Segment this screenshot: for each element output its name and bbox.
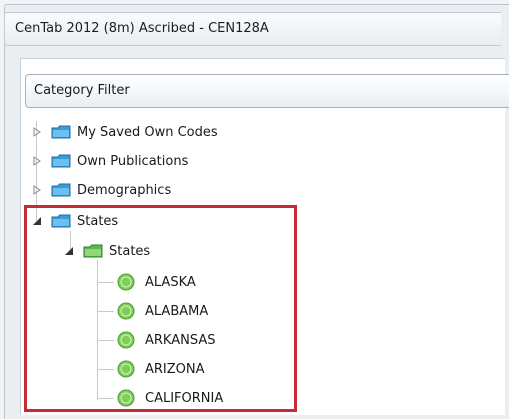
circle-add-icon — [117, 360, 135, 378]
circle-add-icon — [117, 273, 135, 291]
triangle-down-icon[interactable] — [63, 245, 75, 257]
tree-leaf-california[interactable]: CALIFORNIA — [117, 387, 223, 409]
tree-leaf-label: ALASKA — [145, 274, 196, 290]
tree-item-states-child[interactable]: States — [63, 240, 150, 262]
tree-line-branch — [97, 398, 114, 399]
tree-item-states[interactable]: States — [31, 210, 118, 232]
tree-line-vertical-leaves — [97, 260, 98, 400]
tree-line-branch — [97, 282, 114, 283]
category-filter-header[interactable]: Category Filter — [25, 74, 509, 108]
folder-icon — [51, 125, 71, 139]
tree-leaf-label: ARIZONA — [145, 361, 205, 377]
window-title: CenTab 2012 (8m) Ascribed - CEN128A — [15, 21, 269, 36]
category-filter-title: Category Filter — [34, 83, 130, 98]
triangle-right-icon[interactable] — [31, 126, 43, 138]
triangle-right-icon[interactable] — [31, 155, 43, 167]
tree-item-demographics[interactable]: Demographics — [31, 179, 171, 201]
tree-leaf-arkansas[interactable]: ARKANSAS — [117, 329, 215, 351]
tree-item-label: Demographics — [77, 182, 172, 198]
tree-leaf-arizona[interactable]: ARIZONA — [117, 358, 205, 380]
circle-add-icon — [117, 331, 135, 349]
content-area — [20, 58, 505, 415]
tree-leaf-alabama[interactable]: ALABAMA — [117, 300, 208, 322]
tree-leaf-alaska[interactable]: ALASKA — [117, 271, 196, 293]
tree-item-label: States — [77, 213, 119, 229]
tree-item-my-saved-own-codes[interactable]: My Saved Own Codes — [31, 121, 218, 143]
tree-line-branch — [97, 369, 114, 370]
folder-icon — [51, 214, 71, 228]
folder-icon — [51, 183, 71, 197]
tree-leaf-label: ALABAMA — [145, 303, 209, 319]
tree-leaf-label: CALIFORNIA — [145, 390, 224, 406]
folder-icon — [51, 154, 71, 168]
triangle-right-icon[interactable] — [31, 184, 43, 196]
tree-item-label: My Saved Own Codes — [77, 124, 218, 140]
circle-add-icon — [117, 302, 135, 320]
tree-item-own-publications[interactable]: Own Publications — [31, 150, 188, 172]
circle-add-icon — [117, 389, 135, 407]
tree-line-branch — [97, 311, 114, 312]
tree-leaf-label: ARKANSAS — [145, 332, 216, 348]
triangle-down-icon[interactable] — [31, 215, 43, 227]
folder-open-icon — [83, 244, 103, 258]
tree-item-label: States — [109, 243, 151, 259]
window-title-bar: CenTab 2012 (8m) Ascribed - CEN128A — [4, 12, 501, 46]
tree-item-label: Own Publications — [77, 153, 189, 169]
tree-line-branch — [97, 340, 114, 341]
